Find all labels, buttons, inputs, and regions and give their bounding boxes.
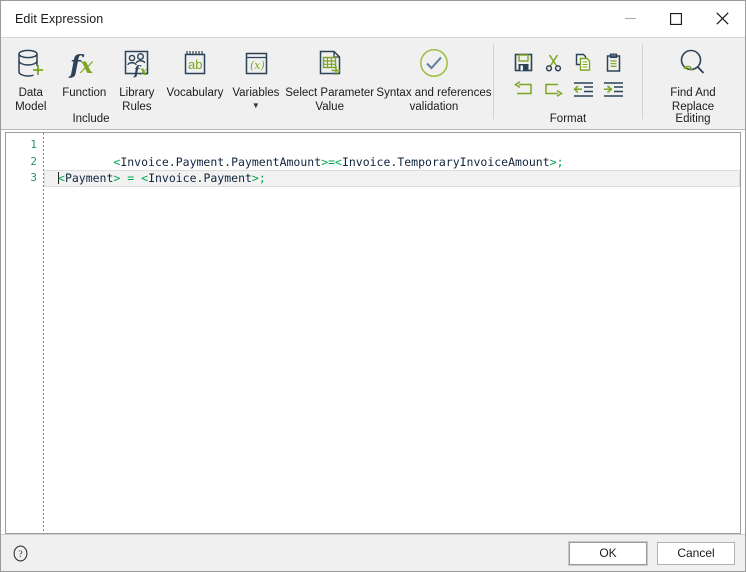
svg-text:ab: ab [188,57,202,72]
title-bar: Edit Expression [1,1,745,37]
ribbon-button-find-replace[interactable]: Find And Replace [643,38,743,114]
ok-button[interactable]: OK [569,541,647,565]
svg-text:?: ? [18,550,22,560]
variables-icon: (x) [241,44,271,84]
copy-icon[interactable] [574,53,593,72]
line-number-gutter: 1 2 3 [6,133,44,533]
format-icon-grid [508,38,628,102]
cancel-button[interactable]: Cancel [657,541,735,565]
ribbon-button-library-rules[interactable]: f x Library Rules [111,38,163,114]
ribbon-group-format: Format [494,38,642,129]
window-controls [607,1,745,36]
ribbon-label-library-rules: Library Rules [119,87,155,113]
ribbon-label-select-parameter-value: Select Parameter Value [285,87,375,113]
footer-buttons: OK Cancel [569,541,735,565]
indent-icon[interactable] [603,81,624,98]
ribbon-button-data-model[interactable]: Data Model [4,38,58,114]
ribbon-group-label-include: Include [72,113,110,125]
paste-icon[interactable] [604,53,623,72]
ribbon-toolbar: Data Model f x Function f x Library Rule… [1,37,745,130]
chevron-down-icon[interactable]: ▼ [252,101,260,109]
line-number: 3 [30,171,37,184]
ribbon-label-function: Function [62,87,107,99]
code-line-3[interactable]: <Payment> = <Invoice.Payment>; [44,170,740,187]
svg-text:x: x [79,53,94,79]
ribbon-group-include: Data Model f x Function f x Library Rule… [1,38,493,129]
ribbon-label-variables: Variables [232,87,280,99]
dialog-footer: ? OK Cancel [1,534,745,571]
code-line-1[interactable]: <Invoice.Payment.PaymentAmount>=<Invoice… [44,137,740,169]
edit-expression-dialog: Edit Expression Data Model f x Function … [0,0,746,572]
select-parameter-value-icon [314,44,346,84]
ribbon-group-label-format: Format [549,113,587,125]
ribbon-button-function[interactable]: f x Function [58,38,112,101]
close-button[interactable] [699,1,745,36]
ribbon-group-editing: Find And Replace Editing [643,38,743,129]
ribbon-label-find-replace: Find And Replace [670,87,716,113]
close-icon [715,12,729,25]
svg-text:(x): (x) [250,59,265,72]
syntax-validation-icon [417,44,451,84]
save-icon[interactable] [514,53,533,72]
library-rules-icon: f x [121,44,153,84]
svg-text:x: x [139,64,148,78]
help-icon[interactable]: ? [11,544,29,562]
line-number: 2 [30,154,37,168]
ribbon-group-label-editing: Editing [675,113,711,125]
ribbon-button-select-parameter-value[interactable]: Select Parameter Value [284,38,374,114]
ribbon-label-data-model: Data Model [15,87,47,113]
redo-icon[interactable] [543,81,564,98]
ribbon-button-syntax-validation[interactable]: Syntax and references validation [375,38,493,114]
line-number: 1 [30,138,37,151]
ribbon-label-vocabulary: Vocabulary [166,87,224,99]
cut-icon[interactable] [544,53,563,72]
find-replace-icon [675,44,711,84]
vocabulary-icon: ab [180,44,210,84]
ribbon-label-syntax-validation: Syntax and references validation [376,87,492,113]
expression-editor[interactable]: 1 2 3 <Invoice.Payment.PaymentAmount>=<I… [5,132,741,534]
database-add-icon [16,44,46,84]
ribbon-button-vocabulary[interactable]: ab Vocabulary [163,38,228,101]
code-area[interactable]: <Invoice.Payment.PaymentAmount>=<Invoice… [44,133,740,533]
minimize-button[interactable] [607,1,653,36]
outdent-icon[interactable] [572,81,594,98]
ribbon-button-variables[interactable]: (x) Variables ▼ [227,38,284,109]
minimize-icon [624,18,636,19]
maximize-icon [670,12,682,25]
fx-icon: f x [67,44,101,84]
maximize-button[interactable] [653,1,699,36]
undo-icon[interactable] [513,80,534,98]
window-title: Edit Expression [15,11,104,26]
